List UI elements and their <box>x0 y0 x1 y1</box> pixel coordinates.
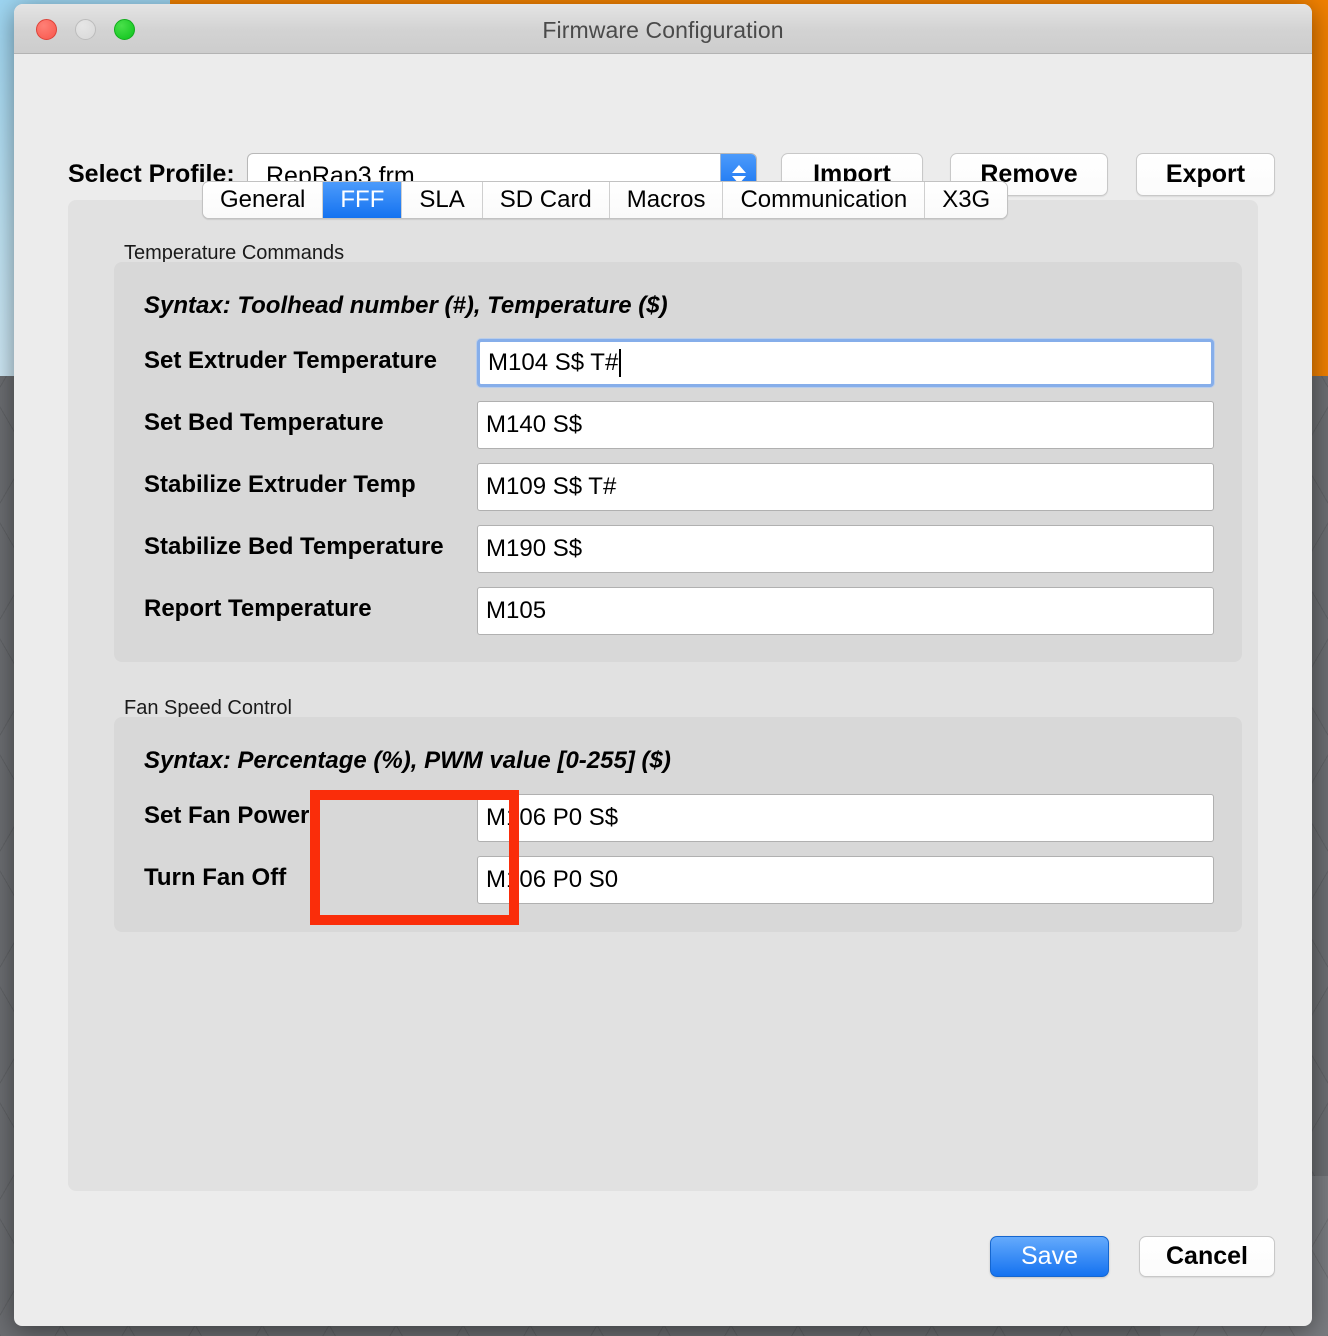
gcode-command-input[interactable]: M109 S$ T# <box>477 463 1214 511</box>
gcode-command-input[interactable]: M140 S$ <box>477 401 1214 449</box>
gcode-command-input[interactable]: M105 <box>477 587 1214 635</box>
table-row: Turn Fan Off M106 P0 S0 <box>114 856 1242 904</box>
fan-syntax-hint: Syntax: Percentage (%), PWM value [0-255… <box>144 747 671 774</box>
cancel-button[interactable]: Cancel <box>1139 1236 1275 1277</box>
field-label: Set Bed Temperature <box>144 409 384 436</box>
field-label: Set Extruder Temperature <box>144 347 437 374</box>
gcode-command-value: M140 S$ <box>486 411 583 438</box>
gcode-command-value: M104 S$ T# <box>488 349 619 376</box>
fff-tab-panel: Temperature Commands Syntax: Toolhead nu… <box>68 200 1258 1191</box>
gcode-command-input[interactable]: M104 S$ T# <box>477 339 1214 387</box>
tab-general[interactable]: General <box>203 182 324 218</box>
export-button[interactable]: Export <box>1136 153 1275 196</box>
table-row: Set Fan Power M106 P0 S$ <box>114 794 1242 842</box>
tab-sd-card[interactable]: SD Card <box>482 182 610 218</box>
table-row: Set Extruder Temperature M104 S$ T# <box>114 339 1242 387</box>
tab-x3g[interactable]: X3G <box>925 182 1008 218</box>
gcode-command-value: M109 S$ T# <box>486 473 617 500</box>
gcode-command-input[interactable]: M106 P0 S0 <box>477 856 1214 904</box>
tab-communication[interactable]: Communication <box>723 182 926 218</box>
field-label: Report Temperature <box>144 595 372 622</box>
chevron-up-icon <box>731 165 746 173</box>
temperature-commands-groupbox: Syntax: Toolhead number (#), Temperature… <box>114 262 1242 662</box>
tab-fff[interactable]: FFF <box>323 182 403 218</box>
tab-bar: General FFF SLA SD Card Macros Communication X… <box>202 181 1009 219</box>
gcode-command-value: M190 S$ <box>486 535 583 562</box>
temperature-syntax-hint: Syntax: Toolhead number (#), Temperature… <box>144 292 668 319</box>
table-row: Stabilize Extruder Temp M109 S$ T# <box>114 463 1242 511</box>
firmware-configuration-window: Firmware Configuration Select Profile: R… <box>14 4 1312 1326</box>
field-label: Turn Fan Off <box>144 864 287 891</box>
field-label: Set Fan Power <box>144 802 310 829</box>
gcode-command-input[interactable]: M106 P0 S$ <box>477 794 1214 842</box>
field-label: Stabilize Extruder Temp <box>144 471 416 498</box>
fan-speed-control-groupbox: Syntax: Percentage (%), PWM value [0-255… <box>114 717 1242 932</box>
gcode-command-value: M106 P0 S0 <box>486 866 619 893</box>
window-titlebar[interactable]: Firmware Configuration <box>14 4 1312 54</box>
tab-sla[interactable]: SLA <box>402 182 483 218</box>
gcode-command-value: M105 <box>486 597 547 624</box>
field-label: Stabilize Bed Temperature <box>144 533 444 560</box>
save-button[interactable]: Save <box>990 1236 1109 1277</box>
gcode-command-value: M106 P0 S$ <box>486 804 619 831</box>
text-caret <box>619 349 622 377</box>
table-row: Set Bed Temperature M140 S$ <box>114 401 1242 449</box>
tab-macros[interactable]: Macros <box>609 182 724 218</box>
window-title: Firmware Configuration <box>542 17 784 43</box>
table-row: Report Temperature M105 <box>114 587 1242 635</box>
profile-toolbar: Select Profile: RepRap3.frm Import Remov… <box>14 54 1312 196</box>
table-row: Stabilize Bed Temperature M190 S$ <box>114 525 1242 573</box>
gcode-command-input[interactable]: M190 S$ <box>477 525 1214 573</box>
